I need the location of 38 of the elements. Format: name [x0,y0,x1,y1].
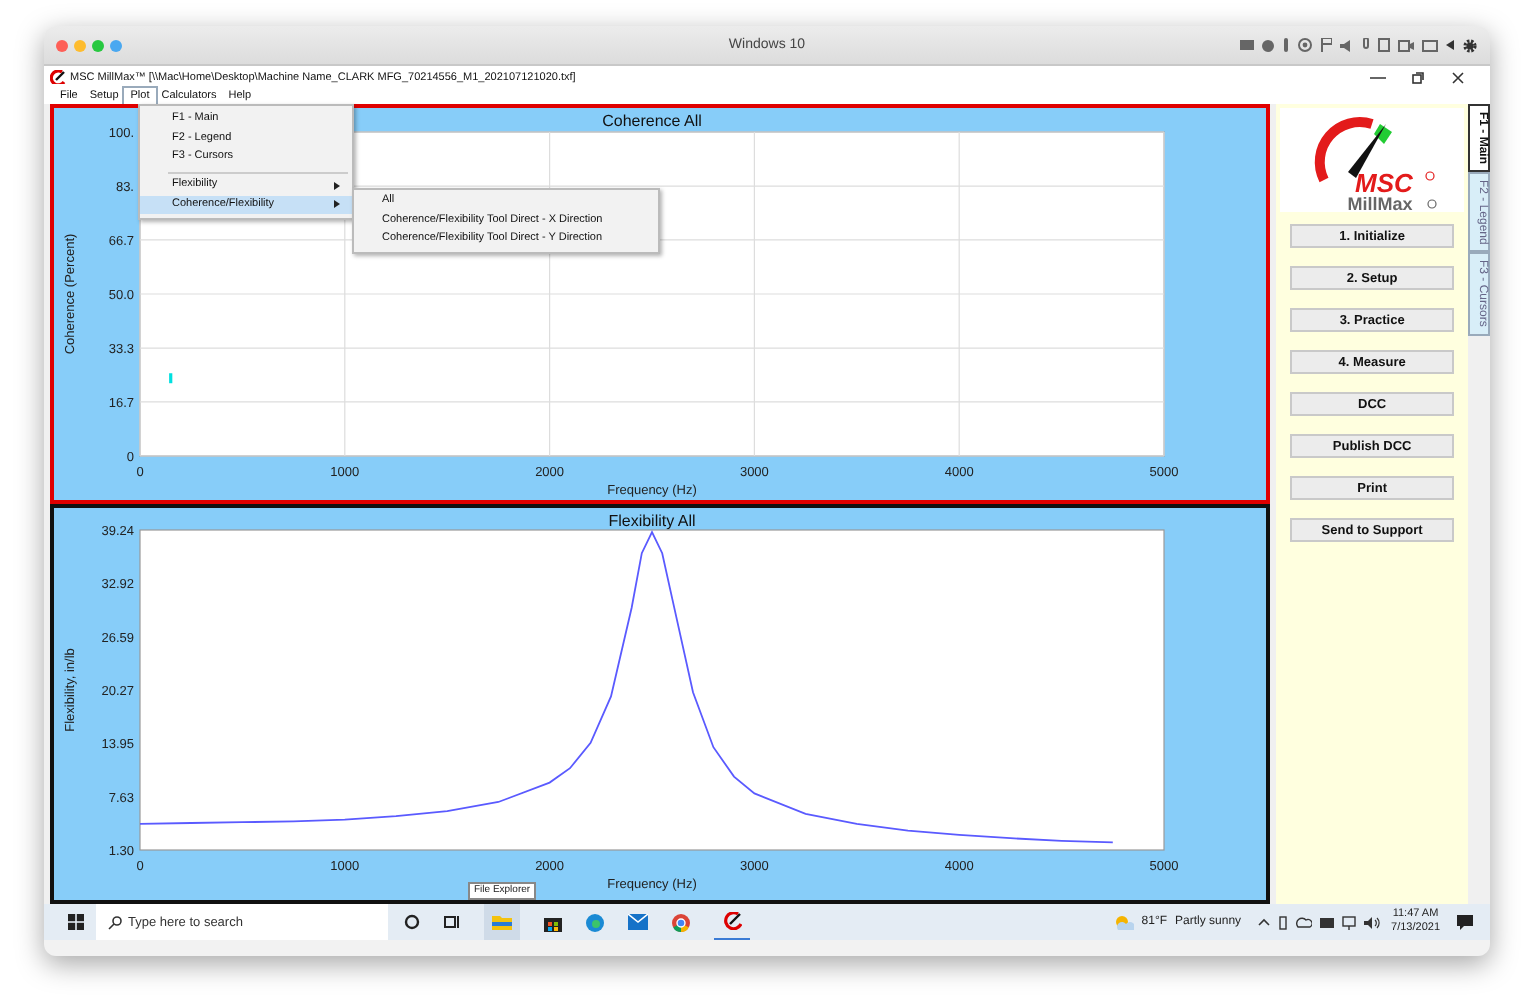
camera-icon[interactable] [1398,39,1414,51]
submenu-arrow-icon [334,200,340,209]
chevron-icon[interactable] [1257,918,1270,926]
close-icon[interactable] [1450,71,1466,83]
chrome-icon[interactable] [672,913,690,931]
shopping-bag-icon[interactable] [544,913,562,931]
speaker-icon[interactable] [1340,39,1354,51]
browser-icon[interactable] [586,913,604,931]
target-icon[interactable] [1298,38,1312,52]
task-view-icon[interactable] [444,914,460,930]
weather-icon [1113,914,1134,930]
gear-icon[interactable] [1462,37,1478,53]
restore-icon[interactable] [1410,71,1426,83]
microphone-icon[interactable] [1362,38,1370,52]
speaker-icon[interactable] [1363,915,1380,929]
mail-icon[interactable] [628,914,648,930]
logo: MSC MillMax [1280,108,1465,212]
record-icon[interactable] [1262,39,1274,51]
windows-icon[interactable] [68,914,84,930]
circle-icon[interactable] [404,914,420,930]
submenu-arrow-icon [334,181,340,190]
chart-title: Flexibility All [608,512,696,530]
caret-icon[interactable] [1446,40,1454,50]
app-icon [50,70,66,84]
close-dot[interactable] [56,39,68,51]
gauge-icon[interactable] [723,912,741,930]
microphone-icon[interactable] [1282,38,1290,52]
chart-title: Coherence All [602,112,702,130]
minimize-icon[interactable] [1370,71,1386,83]
monitor-icon[interactable] [1341,915,1356,929]
tablet-icon[interactable] [1378,38,1390,52]
flag-icon[interactable] [1320,38,1332,52]
search-icon [108,915,122,929]
zoom-dot[interactable] [92,39,104,51]
fullscreen-dot[interactable] [110,39,122,51]
notification-icon[interactable] [1456,913,1474,931]
minimize-dot[interactable] [74,39,86,51]
cloud-icon[interactable] [1295,916,1312,928]
